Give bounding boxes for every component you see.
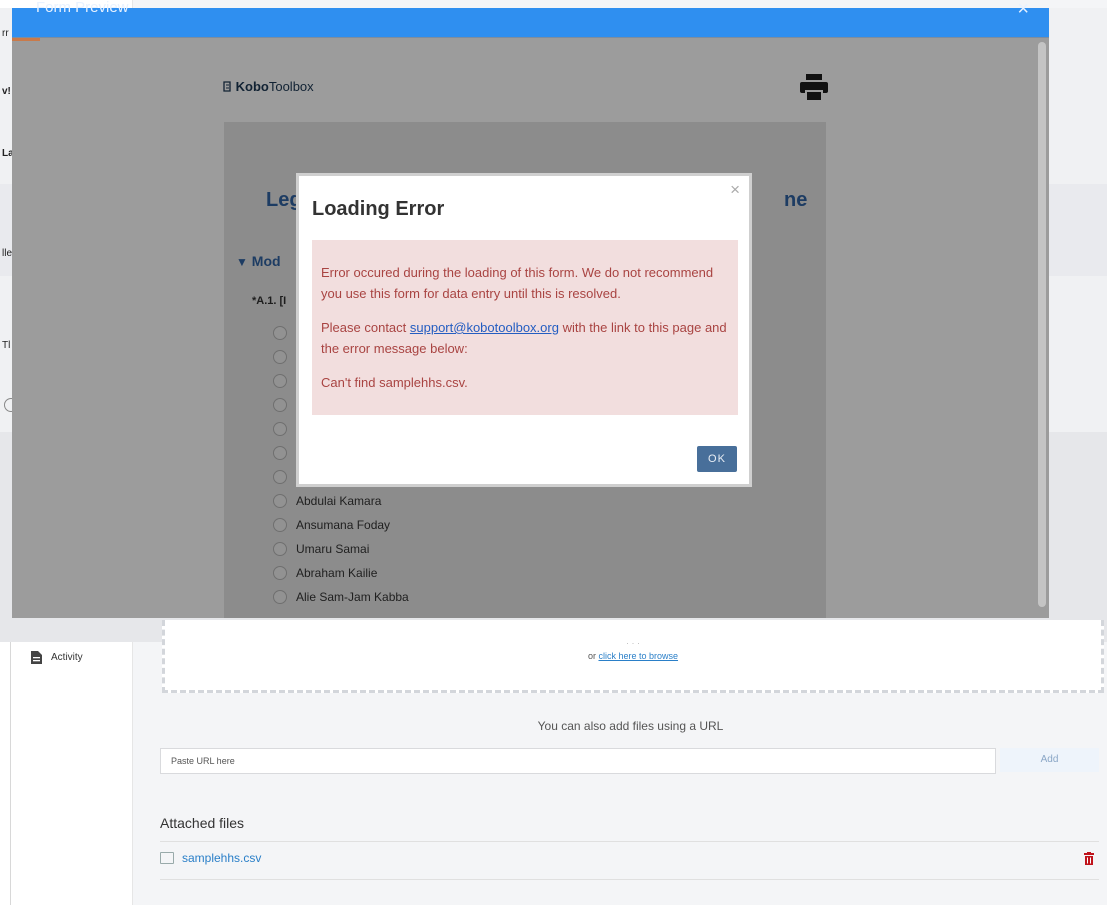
- dialog-title: Loading Error: [312, 198, 445, 220]
- attached-files-title: Attached files: [160, 815, 245, 831]
- support-email-link[interactable]: support@kobotoolbox.org: [410, 320, 559, 335]
- modal-title: Form Preview: [36, 0, 129, 16]
- scrollbar[interactable]: [1038, 42, 1046, 607]
- sidebar-divider: [10, 640, 11, 905]
- radio-circle[interactable]: [273, 494, 287, 508]
- radio-circle[interactable]: [273, 542, 287, 556]
- radio-option[interactable]: Umaru Samai: [273, 542, 369, 556]
- logo-bold: Kobo: [235, 79, 269, 94]
- radio-option[interactable]: Ansumana Foday: [273, 518, 390, 532]
- contact-prefix: Please contact: [321, 320, 410, 335]
- radio-circle[interactable]: [273, 590, 287, 604]
- attached-file-name[interactable]: samplehhs.csv: [182, 851, 261, 865]
- url-input[interactable]: Paste URL here: [160, 748, 996, 774]
- row-fragment: rr: [2, 28, 9, 39]
- error-detail: Can't find samplehhs.csv.: [321, 375, 468, 390]
- option-label: Abdulai Kamara: [296, 494, 382, 508]
- header-border: [12, 37, 1049, 38]
- close-icon[interactable]: ×: [1017, 0, 1029, 21]
- tab-indicator: [12, 38, 40, 41]
- dropzone-cut-text: · · ·: [626, 638, 640, 648]
- radio-option[interactable]: [273, 470, 287, 484]
- option-label: Alie Sam-Jam Kabba: [296, 590, 409, 604]
- radio-option[interactable]: Abdulai Kamara: [273, 494, 381, 508]
- add-url-button[interactable]: Add: [1000, 748, 1099, 772]
- loading-error-dialog: × Loading Error Error occured during the…: [296, 173, 752, 487]
- radio-circle[interactable]: [273, 518, 287, 532]
- dropzone-browse-text: or click here to browse: [165, 651, 1101, 661]
- option-label: Abraham Kailie: [296, 566, 378, 580]
- browse-link[interactable]: click here to browse: [598, 651, 678, 661]
- module-group[interactable]: ▼ Mod: [236, 253, 281, 269]
- radio-option[interactable]: Alie Sam-Jam Kabba: [273, 590, 409, 604]
- print-icon[interactable]: [800, 74, 828, 101]
- divider: [160, 841, 1099, 842]
- caret-down-icon: ▼: [236, 255, 248, 269]
- module-label: Mod: [251, 253, 281, 269]
- row-fragment: Tl: [2, 340, 11, 351]
- row-fragment: lle: [2, 248, 13, 259]
- logo-light: Toolbox: [268, 79, 314, 94]
- radio-option[interactable]: Abraham Kailie: [273, 566, 377, 580]
- radio-option[interactable]: [273, 422, 287, 436]
- divider: [160, 879, 1099, 880]
- modal-header: Form Preview ×: [12, 0, 1049, 37]
- option-label: Umaru Samai: [296, 542, 370, 556]
- radio-circle[interactable]: [273, 566, 287, 580]
- question-label: *A.1. [I: [252, 295, 287, 307]
- browse-prefix: or: [587, 651, 596, 661]
- radio-option[interactable]: [273, 326, 287, 340]
- file-icon: [160, 852, 174, 864]
- file-dropzone[interactable]: · · · or click here to browse: [162, 620, 1104, 693]
- error-contact-paragraph: Please contact support@kobotoolbox.org w…: [321, 317, 731, 359]
- ok-button[interactable]: OK: [697, 446, 737, 472]
- option-label: Ansumana Foday: [296, 518, 391, 532]
- error-paragraph: Error occured during the loading of this…: [321, 265, 714, 301]
- trash-icon[interactable]: [1084, 852, 1094, 865]
- document-icon: [31, 651, 42, 664]
- error-message-box: Error occured during the loading of this…: [312, 240, 738, 415]
- sidebar-item-activity[interactable]: Activity: [30, 650, 83, 665]
- sidebar-item-label: Activity: [51, 652, 83, 663]
- radio-option[interactable]: [273, 374, 287, 388]
- row-fragment: v!: [2, 86, 11, 97]
- radio-option[interactable]: [273, 398, 287, 412]
- form-title-end: ne: [784, 189, 808, 211]
- kobo-icon: [223, 81, 231, 92]
- attached-file-row[interactable]: samplehhs.csv: [160, 851, 261, 865]
- radio-option[interactable]: [273, 350, 287, 364]
- radio-option[interactable]: [273, 446, 287, 460]
- kobotoolbox-logo: KoboToolbox: [223, 79, 314, 94]
- close-icon[interactable]: ×: [730, 180, 740, 200]
- url-label: You can also add files using a URL: [537, 719, 724, 733]
